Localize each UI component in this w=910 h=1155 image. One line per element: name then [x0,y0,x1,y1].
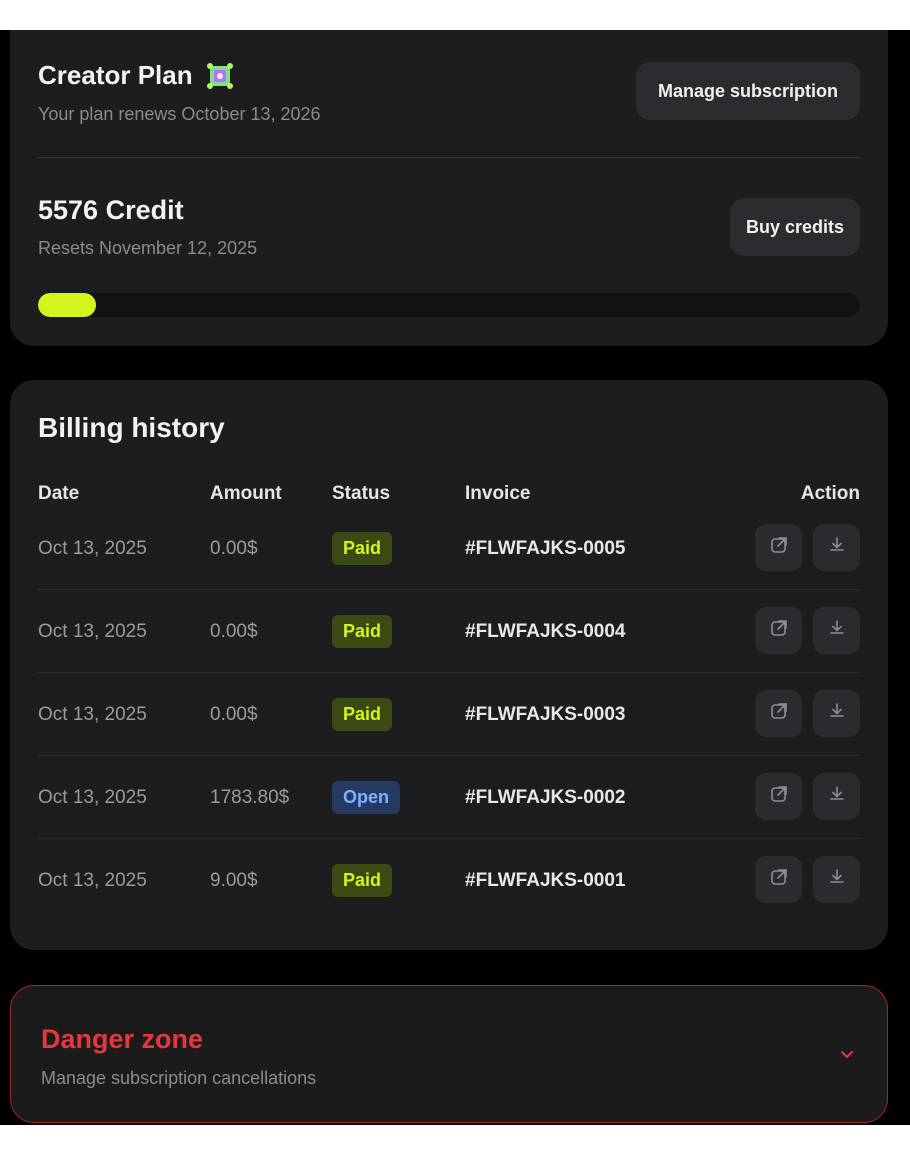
download-icon [827,618,847,643]
download-invoice-button[interactable] [813,607,860,654]
download-invoice-button[interactable] [813,524,860,571]
row-date: Oct 13, 2025 [38,620,147,642]
credit-progress-bar [38,293,860,317]
row-date: Oct 13, 2025 [38,786,147,808]
external-link-icon [769,784,789,809]
column-header-date: Date [38,483,80,504]
row-invoice: #FLWFAJKS-0004 [465,620,626,642]
plan-card: Creator Plan Your plan renews October 13… [10,30,888,346]
row-date: Oct 13, 2025 [38,869,147,891]
credit-reset-text: Resets November 12, 2025 [38,238,258,258]
open-invoice-button[interactable] [755,524,802,571]
column-header-action: Action [800,483,860,504]
external-link-icon [769,701,789,726]
download-invoice-button[interactable] [813,856,860,903]
row-status: Paid [332,673,393,756]
status-badge: Paid [332,615,393,648]
danger-zone-title: Danger zone [41,1024,204,1054]
billing-row: Oct 13, 2025 0.00$ Paid #FLWFAJKS-0005 [10,507,888,590]
row-amount: 0.00$ [210,703,258,725]
external-link-icon [769,618,789,643]
row-date: Oct 13, 2025 [38,703,147,725]
billing-row: Oct 13, 2025 9.00$ Paid #FLWFAJKS-0001 [10,839,888,922]
status-badge: Paid [332,698,393,731]
billing-history-card: Billing history Date Amount Status Invoi… [10,380,888,950]
danger-zone-subtitle: Manage subscription cancellations [41,1068,317,1088]
row-status: Open [332,756,401,839]
row-date: Oct 13, 2025 [38,537,147,559]
row-invoice: #FLWFAJKS-0005 [465,537,626,559]
status-badge: Paid [332,532,393,565]
row-invoice: #FLWFAJKS-0002 [465,786,626,808]
credit-amount: 5576 Credit [38,195,184,225]
download-invoice-button[interactable] [813,773,860,820]
external-link-icon [769,867,789,892]
plan-title-row: Creator Plan [38,60,235,91]
billing-row: Oct 13, 2025 0.00$ Paid #FLWFAJKS-0003 [10,673,888,756]
settings-page: Creator Plan Your plan renews October 13… [0,30,910,1125]
credit-progress-fill [38,293,96,317]
row-status: Paid [332,590,393,673]
billing-history-title: Billing history [38,412,225,443]
status-badge: Paid [332,864,393,897]
open-invoice-button[interactable] [755,856,802,903]
buy-credits-button[interactable]: Buy credits [730,198,860,256]
download-icon [827,867,847,892]
download-invoice-button[interactable] [813,690,860,737]
download-icon [827,701,847,726]
column-header-invoice: Invoice [465,483,531,504]
plan-badge-icon [205,61,235,91]
external-link-icon [769,535,789,560]
chevron-down-icon[interactable] [837,1044,857,1064]
row-amount: 1783.80$ [210,786,290,808]
open-invoice-button[interactable] [755,773,802,820]
status-badge: Open [332,781,401,814]
row-status: Paid [332,839,393,922]
danger-zone-card[interactable]: Danger zone Manage subscription cancella… [10,985,888,1123]
download-icon [827,535,847,560]
row-amount: 9.00$ [210,869,258,891]
row-status: Paid [332,507,393,590]
column-header-status: Status [332,483,391,504]
plan-renew-text: Your plan renews October 13, 2026 [38,104,321,124]
row-amount: 0.00$ [210,537,258,559]
plan-title: Creator Plan [38,60,193,90]
row-amount: 0.00$ [210,620,258,642]
manage-subscription-button[interactable]: Manage subscription [636,62,860,120]
download-icon [827,784,847,809]
column-header-amount: Amount [210,483,282,504]
billing-row: Oct 13, 2025 1783.80$ Open #FLWFAJKS-000… [10,756,888,839]
row-invoice: #FLWFAJKS-0003 [465,703,626,725]
row-invoice: #FLWFAJKS-0001 [465,869,626,891]
billing-row: Oct 13, 2025 0.00$ Paid #FLWFAJKS-0004 [10,590,888,673]
open-invoice-button[interactable] [755,607,802,654]
plan-divider [38,157,860,158]
open-invoice-button[interactable] [755,690,802,737]
